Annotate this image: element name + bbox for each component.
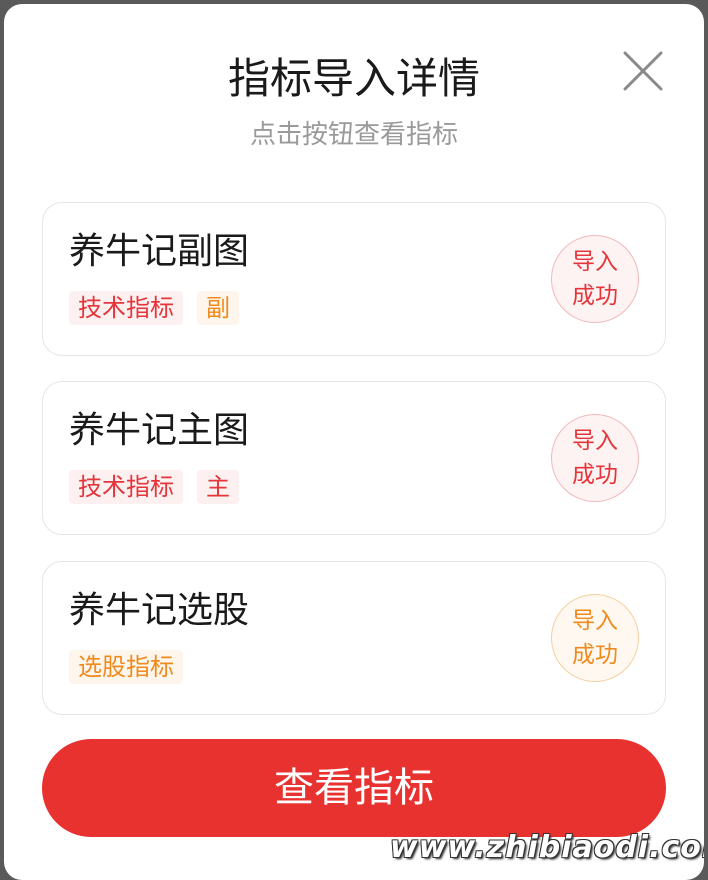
tag-main-chart: 主 xyxy=(197,470,239,504)
import-success-badge: 导入 成功 xyxy=(551,235,639,323)
import-details-dialog: 指标导入详情 点击按钮查看指标 养牛记副图 技术指标 副 导入 成功 养牛记主图… xyxy=(4,4,704,880)
close-icon xyxy=(623,51,663,91)
indicator-name: 养牛记选股 xyxy=(69,590,250,631)
indicator-tags: 选股指标 xyxy=(69,650,183,684)
badge-line1: 导入 xyxy=(572,249,618,275)
badge-line1: 导入 xyxy=(572,428,618,454)
dialog-title: 指标导入详情 xyxy=(227,54,480,103)
tag-stock-selection: 选股指标 xyxy=(69,650,183,684)
watermark: www.zhibiaodi.com xyxy=(390,830,704,865)
indicator-card[interactable]: 养牛记选股 选股指标 导入 成功 xyxy=(42,561,666,715)
badge-line1: 导入 xyxy=(572,608,618,634)
view-indicators-button[interactable]: 查看指标 xyxy=(42,739,666,837)
indicator-tags: 技术指标 副 xyxy=(69,291,239,325)
indicator-name: 养牛记主图 xyxy=(69,410,250,451)
indicator-name: 养牛记副图 xyxy=(69,231,250,272)
import-success-badge: 导入 成功 xyxy=(551,594,639,682)
close-button[interactable] xyxy=(620,48,666,94)
indicator-card[interactable]: 养牛记副图 技术指标 副 导入 成功 xyxy=(42,202,666,356)
tag-sub-chart: 副 xyxy=(197,291,239,325)
badge-line2: 成功 xyxy=(572,642,618,668)
tag-technical: 技术指标 xyxy=(69,470,183,504)
badge-line2: 成功 xyxy=(572,283,618,309)
import-success-badge: 导入 成功 xyxy=(551,414,639,502)
badge-line2: 成功 xyxy=(572,462,618,488)
indicator-tags: 技术指标 主 xyxy=(69,470,239,504)
tag-technical: 技术指标 xyxy=(69,291,183,325)
dialog-subtitle: 点击按钮查看指标 xyxy=(249,120,458,150)
indicator-card[interactable]: 养牛记主图 技术指标 主 导入 成功 xyxy=(42,381,666,535)
